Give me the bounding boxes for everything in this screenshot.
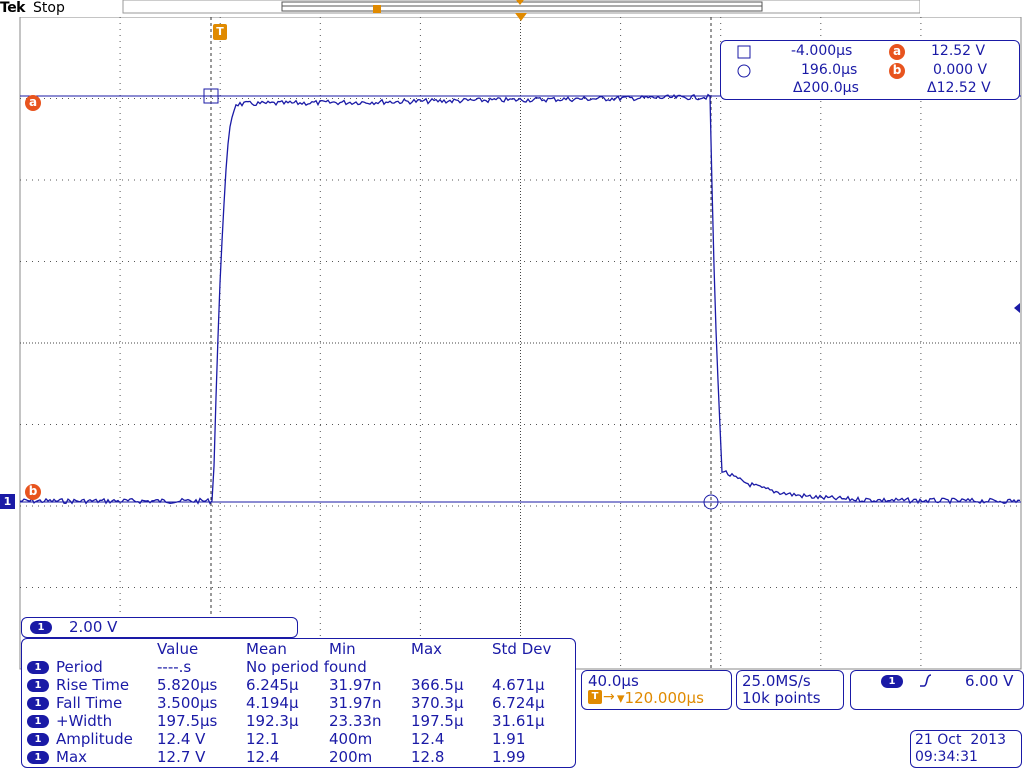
measurements-header: Value Mean Min Max Std Dev: [22, 640, 578, 658]
meas-max: 197.5µ: [411, 712, 464, 730]
meas-std: 1.99: [492, 748, 526, 766]
cursor-b-value: 0.000 V: [933, 62, 988, 78]
expansion-point-icon: [515, 13, 527, 21]
meas-mean: 192.3µ: [246, 712, 299, 730]
meas-value: 5.820µs: [157, 676, 218, 694]
volts-per-div: 2.00 V: [69, 618, 118, 636]
date: 21 Oct 2013: [915, 732, 1006, 748]
meas-max: 12.4: [411, 730, 445, 748]
channel1-badge-icon: 1: [27, 679, 49, 692]
trigger-icon: T: [588, 690, 602, 704]
meas-max: 370.3µ: [411, 694, 464, 712]
meas-value: 197.5µs: [157, 712, 218, 730]
cursor-b-marker-icon[interactable]: b: [25, 484, 41, 500]
measurement-row[interactable]: 1 Rise Time 5.820µs 6.245µ 31.97n 366.5µ…: [22, 676, 578, 694]
channel1-badge-icon: 1: [27, 697, 49, 710]
meas-min: 200m: [329, 748, 373, 766]
channel-scale-readout[interactable]: 1 2.00 V: [21, 617, 298, 638]
trigger-readout[interactable]: 1 6.00 V: [850, 670, 1024, 710]
cursor-a-time: -4.000µs: [791, 43, 853, 59]
measurements-panel: Value Mean Min Max Std Dev 1 Period ----…: [21, 638, 576, 768]
meas-min: 31.97n: [329, 694, 382, 712]
channel1-badge-icon: 1: [27, 715, 49, 728]
measurement-row[interactable]: 1 +Width 197.5µs 192.3µ 23.33n 197.5µ 31…: [22, 712, 578, 730]
measurement-row[interactable]: 1 Period ----.s No period found: [22, 658, 578, 676]
meas-mean: No period found: [246, 658, 367, 676]
meas-name: Fall Time: [56, 694, 123, 712]
cursor-square-icon: [737, 45, 751, 59]
acquisition-state: Stop: [33, 0, 65, 16]
cursor-delta-value: Δ12.52 V: [927, 80, 991, 96]
acquisition-readout[interactable]: 25.0MS/s 10k points: [736, 670, 844, 710]
top-status-bar: Tek Stop: [0, 0, 1024, 21]
oscilloscope-screen: Tek Stop T a b 1 -4.000µs a 12.52 V 196.…: [0, 0, 1024, 768]
meas-mean: 4.194µ: [246, 694, 299, 712]
measurement-row[interactable]: 1 Fall Time 3.500µs 4.194µ 31.97n 370.3µ…: [22, 694, 578, 712]
record-trigger-icon: [373, 5, 381, 13]
meas-name: Amplitude: [56, 730, 133, 748]
meas-max: 366.5µ: [411, 676, 464, 694]
header-min: Min: [329, 640, 356, 658]
meas-std: 31.61µ: [492, 712, 545, 730]
meas-mean: 12.4: [246, 748, 280, 766]
meas-min: 23.33n: [329, 712, 382, 730]
sample-rate: 25.0MS/s: [742, 672, 811, 690]
meas-name: Rise Time: [56, 676, 130, 694]
time-per-div: 40.0µs: [588, 672, 639, 690]
trigger-channel-badge-icon: 1: [881, 675, 903, 688]
trigger-position-icon[interactable]: T: [213, 24, 227, 40]
meas-value: 12.4 V: [157, 730, 206, 748]
cursor-a-marker-icon[interactable]: a: [25, 95, 41, 111]
channel1-badge-icon: 1: [27, 751, 49, 764]
cursor-a-badge-icon: a: [889, 44, 905, 60]
timebase-readout[interactable]: 40.0µs T → ▾120.000µs: [581, 670, 732, 710]
channel1-badge-icon: 1: [30, 621, 52, 634]
trigger-delay: ▾120.000µs: [617, 689, 704, 707]
meas-min: 400m: [329, 730, 373, 748]
measurement-row[interactable]: 1 Max 12.7 V 12.4 200m 12.8 1.99: [22, 748, 578, 766]
meas-mean: 6.245µ: [246, 676, 299, 694]
header-mean: Mean: [246, 640, 287, 658]
channel1-badge-icon: 1: [27, 733, 49, 746]
rising-edge-icon: [920, 674, 932, 687]
cursor-circle-icon: [737, 64, 751, 78]
trigger-level: 6.00 V: [965, 672, 1014, 690]
meas-std: 6.724µ: [492, 694, 545, 712]
cursor-readout-panel: -4.000µs a 12.52 V 196.0µs b 0.000 V Δ20…: [720, 40, 1020, 100]
meas-max: 12.8: [411, 748, 445, 766]
meas-value: 3.500µs: [157, 694, 218, 712]
brand-logo: Tek: [0, 0, 26, 16]
channel1-badge-icon: 1: [27, 661, 49, 674]
measurement-row[interactable]: 1 Amplitude 12.4 V 12.1 400m 12.4 1.91: [22, 730, 578, 748]
meas-min: 31.97n: [329, 676, 382, 694]
meas-std: 1.91: [492, 730, 526, 748]
time: 09:34:31: [915, 749, 978, 765]
channel1-ground-marker-icon[interactable]: 1: [0, 494, 15, 509]
meas-value: 12.7 V: [157, 748, 206, 766]
meas-name: +Width: [56, 712, 113, 730]
datetime-readout: 21 Oct 2013 09:34:31: [910, 730, 1022, 768]
meas-std: 4.671µ: [492, 676, 545, 694]
meas-name: Period: [56, 658, 103, 676]
cursor-b-badge-icon: b: [889, 63, 905, 79]
meas-name: Max: [56, 748, 88, 766]
trigger-arrow-icon: →: [603, 689, 615, 705]
header-std-dev: Std Dev: [492, 640, 552, 658]
cursor-a-value: 12.52 V: [931, 43, 986, 59]
header-max: Max: [411, 640, 443, 658]
header-value: Value: [157, 640, 199, 658]
meas-value: ----.s: [157, 658, 192, 676]
meas-mean: 12.1: [246, 730, 280, 748]
cursor-delta-time: Δ200.0µs: [793, 80, 859, 96]
cursor-b-time: 196.0µs: [801, 62, 858, 78]
record-length: 10k points: [742, 689, 821, 707]
